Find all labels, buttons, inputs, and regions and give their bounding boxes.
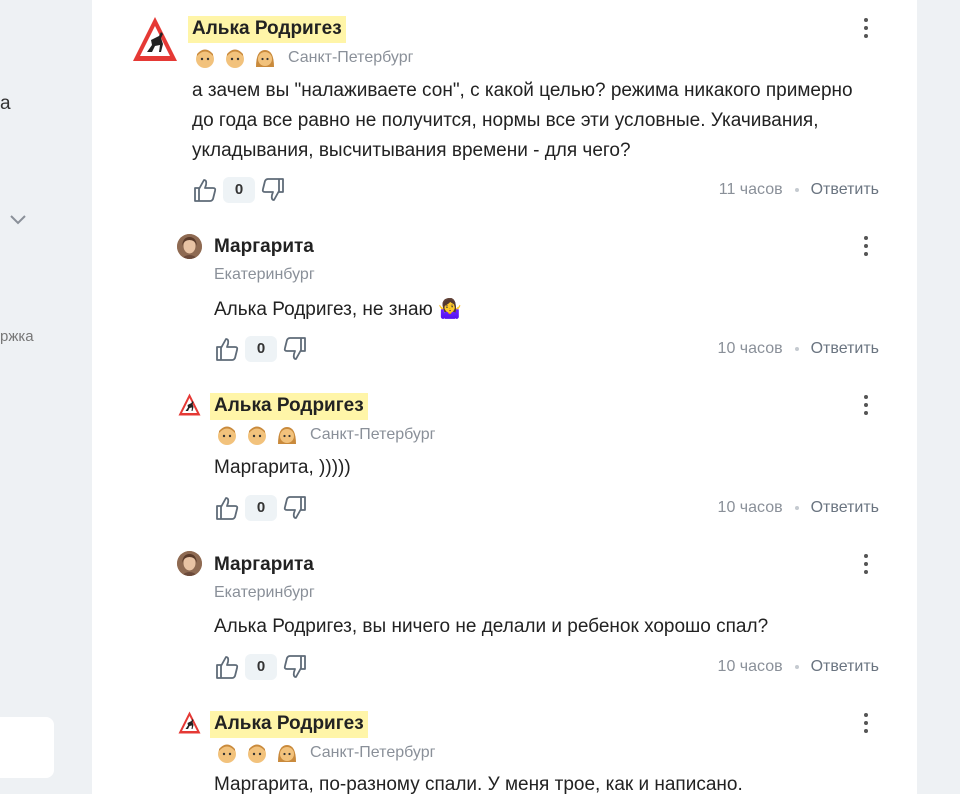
thumbs-up-icon[interactable] <box>191 176 219 204</box>
boy-emoji-icon <box>248 426 266 445</box>
thumbs-down-icon[interactable] <box>259 176 287 204</box>
comment-text: Маргарита, по-разному спали. У меня трое… <box>214 774 743 794</box>
comment-meta: 11 часов Ответить <box>719 181 879 199</box>
warning-sign-deer-icon <box>178 393 201 416</box>
boy-emoji-icon <box>248 744 266 763</box>
avatar[interactable] <box>177 710 202 735</box>
comment-text: а зачем вы "налаживаете сон", с какой це… <box>192 80 853 161</box>
thumbs-up-icon[interactable] <box>213 494 241 522</box>
comment-time: 11 часов <box>718 181 783 198</box>
author-city: Санкт-Петербург <box>310 426 436 443</box>
like-count: 0 <box>223 177 255 203</box>
girl-emoji-icon <box>256 50 274 67</box>
avatar[interactable] <box>177 392 202 417</box>
like-count: 0 <box>245 336 277 362</box>
sidebar-item-label[interactable]: а <box>0 93 11 115</box>
sidebar-card <box>0 717 54 778</box>
comment-text: Алька Родригез, не знаю 🤷‍♀️ <box>214 299 462 320</box>
vote-bar: 0 <box>191 176 287 204</box>
comment-time: 10 часов <box>717 499 783 516</box>
separator-dot <box>794 188 799 192</box>
thumbs-down-icon[interactable] <box>281 494 309 522</box>
more-options-icon[interactable] <box>863 236 869 260</box>
author-name[interactable]: Маргарита <box>210 552 318 579</box>
boy-emoji-icon <box>226 49 244 68</box>
author-city: Екатеринбург <box>214 584 315 601</box>
more-options-icon[interactable] <box>863 18 869 42</box>
vote-bar: 0 <box>213 494 309 522</box>
left-sidebar: а ржка <box>0 0 92 794</box>
author-name[interactable]: Алька Родригез <box>188 16 346 43</box>
author-meta: Санкт-Петербург <box>216 742 435 764</box>
author-meta: Санкт-Петербург <box>194 47 413 69</box>
reply-link[interactable]: Ответить <box>811 181 879 199</box>
vote-bar: 0 <box>213 653 309 681</box>
thumbs-up-icon[interactable] <box>213 335 241 363</box>
avatar[interactable] <box>177 551 202 576</box>
comment-meta: 10 часов Ответить <box>718 499 879 517</box>
author-meta: Санкт-Петербург <box>216 424 435 446</box>
sidebar-item-support[interactable]: ржка <box>0 328 34 345</box>
reply-link[interactable]: Ответить <box>811 658 879 676</box>
vote-bar: 0 <box>213 335 309 363</box>
user-photo-icon <box>177 234 202 259</box>
more-options-icon[interactable] <box>863 395 869 419</box>
author-meta: Екатеринбург <box>214 266 315 284</box>
boy-emoji-icon <box>196 49 214 68</box>
comment-meta: 10 часов Ответить <box>718 658 879 676</box>
more-options-icon[interactable] <box>863 713 869 737</box>
warning-sign-deer-icon <box>178 711 201 734</box>
comment-text: Маргарита, ))))) <box>214 457 351 478</box>
more-options-icon[interactable] <box>863 554 869 578</box>
comment-meta: 10 часов Ответить <box>718 340 879 358</box>
author-name[interactable]: Алька Родригез <box>210 711 368 738</box>
separator-dot <box>794 665 799 669</box>
author-meta: Екатеринбург <box>214 584 315 602</box>
girl-emoji-icon <box>278 427 296 444</box>
user-photo-icon <box>177 551 202 576</box>
reply-link[interactable]: Ответить <box>811 499 879 517</box>
girl-emoji-icon <box>278 745 296 762</box>
separator-dot <box>794 347 799 351</box>
like-count: 0 <box>245 654 277 680</box>
like-count: 0 <box>245 495 277 521</box>
comment-time: 10 часов <box>717 658 783 675</box>
warning-sign-deer-icon <box>133 17 177 61</box>
reply-link[interactable]: Ответить <box>811 340 879 358</box>
avatar[interactable] <box>177 234 202 259</box>
boy-emoji-icon <box>218 426 236 445</box>
chevron-down-icon[interactable] <box>8 210 28 230</box>
author-name[interactable]: Маргарита <box>210 234 318 261</box>
author-city: Санкт-Петербург <box>288 49 414 66</box>
author-city: Санкт-Петербург <box>310 744 436 761</box>
comment-text: Алька Родригез, вы ничего не делали и ре… <box>214 616 769 637</box>
author-name[interactable]: Алька Родригез <box>210 393 368 420</box>
thumbs-down-icon[interactable] <box>281 653 309 681</box>
thumbs-down-icon[interactable] <box>281 335 309 363</box>
comment-time: 10 часов <box>717 340 783 357</box>
comments-column: Алька Родригез Санкт-Петербург а зачем в… <box>92 0 917 794</box>
thumbs-up-icon[interactable] <box>213 653 241 681</box>
boy-emoji-icon <box>218 744 236 763</box>
avatar[interactable] <box>130 14 180 64</box>
separator-dot <box>794 506 799 510</box>
author-city: Екатеринбург <box>214 266 315 283</box>
